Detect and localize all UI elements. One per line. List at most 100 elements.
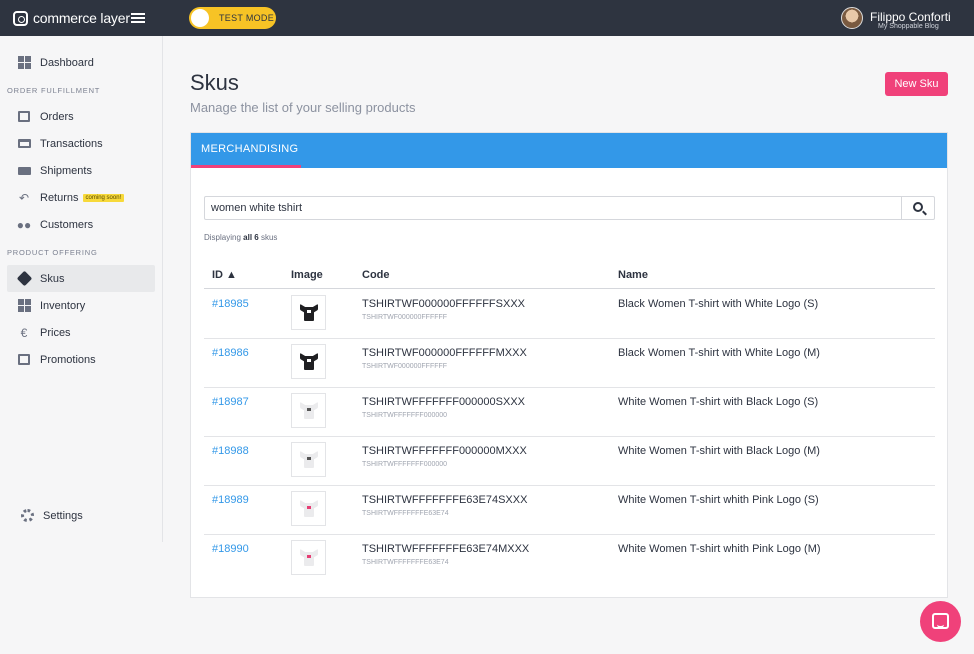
test-mode-label: TEST MODE <box>219 13 275 23</box>
tshirt-icon <box>300 450 318 468</box>
sku-id-link[interactable]: #18986 <box>212 347 249 359</box>
tshirt-icon <box>300 352 318 370</box>
tag-icon <box>16 270 32 287</box>
page-title: Skus <box>190 70 239 95</box>
results-count: Displaying all 6 skus <box>204 233 277 242</box>
sidebar-item-shipments[interactable]: Shipments <box>7 157 155 184</box>
sku-subcode: TSHIRTWFFFFFFF000000 <box>362 461 448 468</box>
coming-soon-badge: coming soon! <box>82 193 125 202</box>
results-suffix: skus <box>260 233 278 242</box>
page-subtitle: Manage the list of your selling products <box>190 100 416 115</box>
sidebar-item-label: Transactions <box>40 137 103 150</box>
undo-icon: ↶ <box>18 190 30 205</box>
sku-name: White Women T-shirt whith Pink Logo (S) <box>618 494 819 506</box>
users-icon: ●● <box>16 217 32 232</box>
tab-merchandising[interactable]: MERCHANDISING <box>191 133 301 168</box>
sku-subcode: TSHIRTWF000000FFFFFF <box>362 314 448 321</box>
sku-code: TSHIRTWFFFFFFFE63E74SXXX <box>362 494 528 506</box>
sku-id-link[interactable]: #18985 <box>212 298 249 310</box>
sidebar-item-dashboard[interactable]: Dashboard <box>7 49 155 76</box>
chat-button[interactable] <box>920 601 961 642</box>
sku-code: TSHIRTWF000000FFFFFFMXXX <box>362 347 527 359</box>
sku-id-link[interactable]: #18988 <box>212 445 249 457</box>
sku-name: Black Women T-shirt with White Logo (M) <box>618 347 820 359</box>
user-avatar[interactable] <box>841 7 863 29</box>
orders-icon <box>17 110 31 124</box>
new-sku-button[interactable]: New Sku <box>885 72 948 96</box>
commerce-layer-logo[interactable]: commerce layer <box>13 10 130 26</box>
euro-icon: € <box>20 325 28 340</box>
product-image[interactable] <box>291 393 326 428</box>
sku-code: TSHIRTWFFFFFFF000000SXXX <box>362 396 525 408</box>
top-bar: commerce layer TEST MODE Filippo Confort… <box>0 0 974 36</box>
product-image[interactable] <box>291 442 326 477</box>
sidebar-item-returns[interactable]: ↶ Returns coming soon! <box>7 184 155 211</box>
test-mode-toggle[interactable]: TEST MODE <box>189 7 276 29</box>
table-row: #18987 TSHIRTWFFFFFFF000000SXXX TSHIRTWF… <box>204 388 935 437</box>
sidebar-item-label: Promotions <box>40 353 96 366</box>
sidebar-item-label: Skus <box>40 272 65 285</box>
sku-id-link[interactable]: #18987 <box>212 396 249 408</box>
table-row: #18988 TSHIRTWFFFFFFF000000MXXX TSHIRTWF… <box>204 437 935 486</box>
table-row: #18989 TSHIRTWFFFFFFFE63E74SXXX TSHIRTWF… <box>204 486 935 535</box>
chat-icon <box>932 613 949 629</box>
truck-icon <box>17 164 31 178</box>
user-name[interactable]: Filippo Conforti <box>870 10 951 24</box>
credit-card-icon <box>17 137 31 151</box>
table-header-divider <box>204 288 935 289</box>
search-button[interactable] <box>901 196 935 220</box>
sku-name: White Women T-shirt whith Pink Logo (M) <box>618 543 821 555</box>
product-image[interactable] <box>291 540 326 575</box>
section-product-offering: PRODUCT OFFERING <box>7 248 98 257</box>
skus-card: MERCHANDISING Displaying all 6 skus ID ▲… <box>190 132 948 598</box>
sidebar-item-label: Customers <box>40 218 94 231</box>
product-image[interactable] <box>291 295 326 330</box>
search-icon <box>913 202 923 212</box>
product-image[interactable] <box>291 491 326 526</box>
sku-code: TSHIRTWF000000FFFFFFSXXX <box>362 298 525 310</box>
column-header-name: Name <box>618 269 648 281</box>
sidebar-item-label: Prices <box>40 326 71 339</box>
user-organization: My Shoppable Blog <box>878 23 939 30</box>
sidebar-item-label: Orders <box>40 110 74 123</box>
sidebar-item-settings[interactable]: Settings <box>10 502 158 529</box>
sidebar-item-label: Returns <box>40 191 79 204</box>
sku-subcode: TSHIRTWFFFFFFFE63E74 <box>362 559 449 566</box>
toggle-knob <box>191 9 209 27</box>
sidebar-item-skus[interactable]: Skus <box>7 265 155 292</box>
column-header-code: Code <box>362 269 390 281</box>
sidebar-item-prices[interactable]: € Prices <box>7 319 155 346</box>
table-row: #18986 TSHIRTWF000000FFFFFFMXXX TSHIRTWF… <box>204 339 935 388</box>
sidebar-item-promotions[interactable]: Promotions <box>7 346 155 373</box>
logo-text: commerce layer <box>33 10 130 26</box>
gear-icon <box>20 509 34 523</box>
sku-subcode: TSHIRTWF000000FFFFFF <box>362 363 448 370</box>
sidebar-item-customers[interactable]: ●● Customers <box>7 211 155 238</box>
sku-id-link[interactable]: #18989 <box>212 494 249 506</box>
search-input[interactable] <box>204 196 902 220</box>
column-header-id[interactable]: ID ▲ <box>212 269 237 281</box>
sku-code: TSHIRTWFFFFFFFE63E74MXXX <box>362 543 530 555</box>
gift-icon <box>17 353 31 367</box>
sidebar-item-transactions[interactable]: Transactions <box>7 130 155 157</box>
sidebar-item-inventory[interactable]: Inventory <box>7 292 155 319</box>
sku-id-link[interactable]: #18990 <box>212 543 249 555</box>
sidebar-item-label: Shipments <box>40 164 92 177</box>
product-image[interactable] <box>291 344 326 379</box>
sidebar-item-orders[interactable]: Orders <box>7 103 155 130</box>
column-header-image: Image <box>291 269 323 281</box>
logo-icon <box>13 10 28 26</box>
sku-name: White Women T-shirt with Black Logo (M) <box>618 445 820 457</box>
dashboard-icon <box>17 56 31 70</box>
section-order-fulfillment: ORDER FULFILLMENT <box>7 86 101 95</box>
sku-name: White Women T-shirt with Black Logo (S) <box>618 396 819 408</box>
menu-icon[interactable] <box>131 13 145 23</box>
tshirt-icon <box>300 303 318 321</box>
results-count-value: all 6 <box>243 233 259 242</box>
sidebar: Dashboard ORDER FULFILLMENT Orders Trans… <box>0 36 163 542</box>
sidebar-item-label: Settings <box>43 509 83 522</box>
sidebar-item-label: Dashboard <box>40 56 94 69</box>
table-row: #18990 TSHIRTWFFFFFFFE63E74MXXX TSHIRTWF… <box>204 535 935 584</box>
sku-name: Black Women T-shirt with White Logo (S) <box>618 298 819 310</box>
tshirt-icon <box>300 548 318 566</box>
